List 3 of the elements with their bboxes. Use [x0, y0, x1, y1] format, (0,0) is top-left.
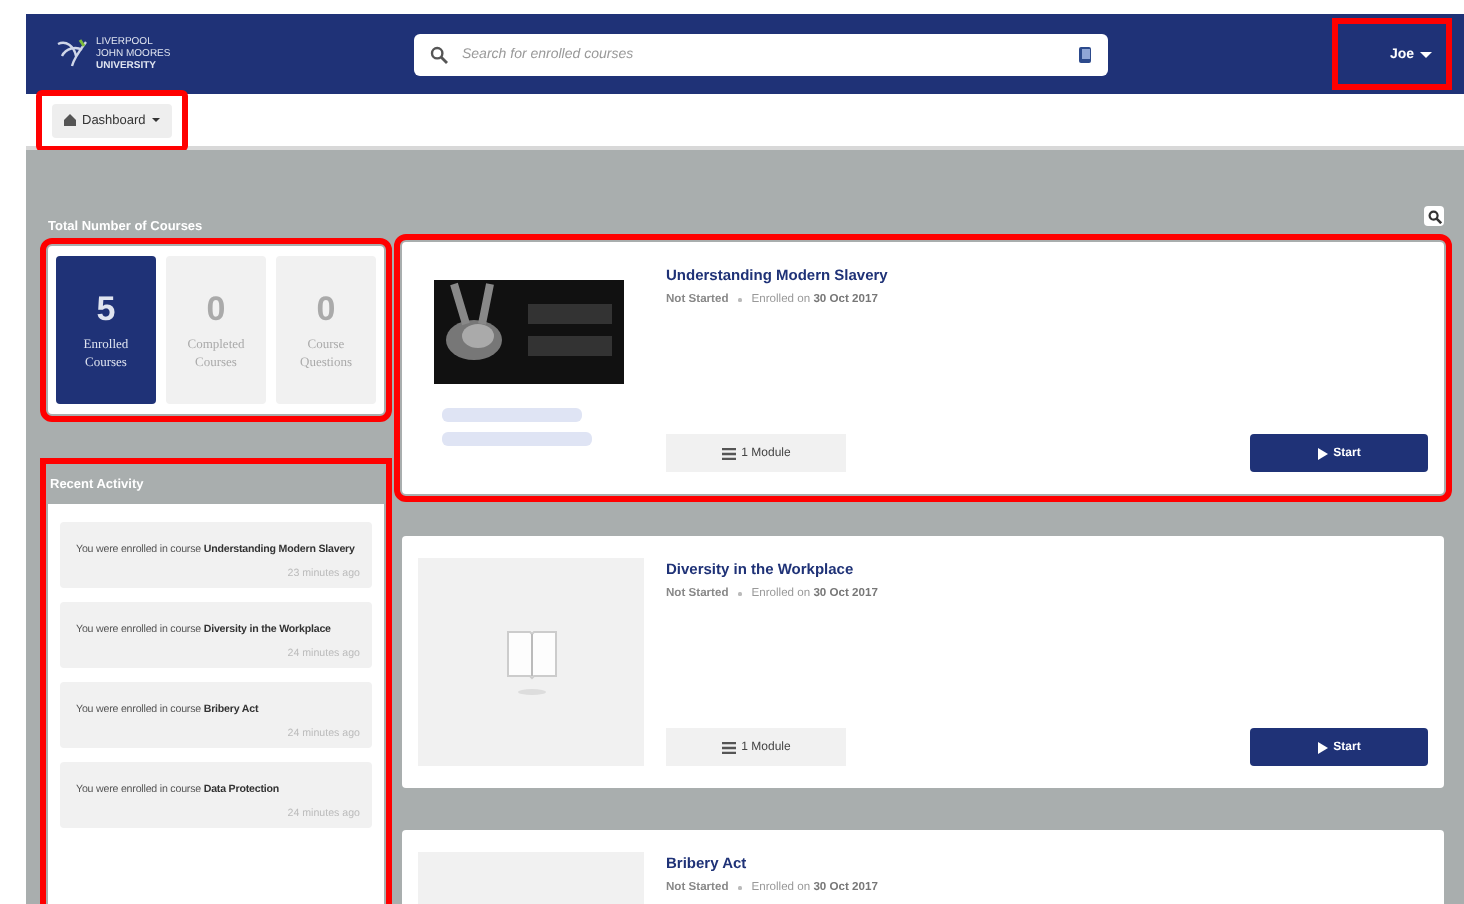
stat-count: 5 — [96, 289, 116, 329]
stat-count: 0 — [206, 289, 226, 329]
stat-count: 0 — [316, 289, 336, 329]
